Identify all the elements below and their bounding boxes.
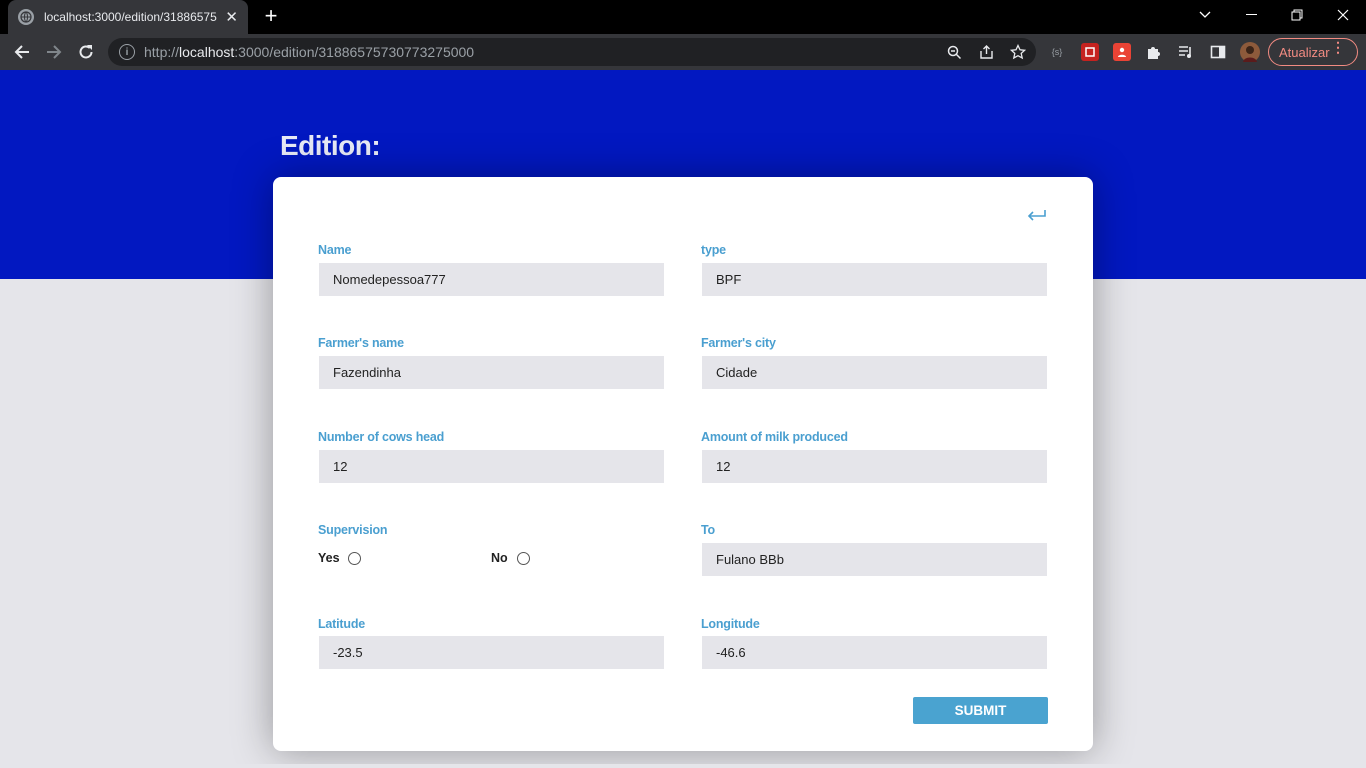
longitude-label: Longitude — [701, 617, 760, 631]
farmer-city-label: Farmer's city — [701, 336, 776, 350]
site-info-icon[interactable]: i — [119, 44, 135, 60]
side-panel-icon[interactable] — [1209, 43, 1227, 61]
browser-tab-strip: localhost:3000/edition/31886575 ✕ + — [0, 0, 1366, 34]
cows-input[interactable] — [319, 450, 664, 483]
address-bar[interactable]: i http://localhost:3000/edition/31886575… — [108, 38, 1036, 66]
edition-form-card: Name type Farmer's name Farmer's city Nu… — [273, 177, 1093, 751]
update-button[interactable]: Atualizar ⋮ — [1268, 38, 1358, 66]
puzzle-icon[interactable] — [1145, 43, 1163, 61]
more-menu-icon[interactable]: ⋮ — [1331, 40, 1345, 54]
star-icon[interactable] — [1010, 44, 1026, 60]
cows-label: Number of cows head — [318, 430, 445, 444]
name-input[interactable] — [319, 263, 664, 296]
share-icon[interactable] — [978, 44, 994, 60]
update-label: Atualizar — [1279, 44, 1330, 60]
type-input[interactable] — [702, 263, 1047, 296]
to-label: To — [701, 523, 715, 537]
supervision-no-radio[interactable] — [517, 552, 530, 565]
longitude-input[interactable] — [702, 636, 1047, 669]
globe-icon — [18, 9, 34, 25]
farmer-name-input[interactable] — [319, 356, 664, 389]
extension-s-label: {s} — [1051, 47, 1063, 57]
close-window-icon[interactable] — [1320, 0, 1366, 30]
to-input[interactable] — [702, 543, 1047, 576]
latitude-label: Latitude — [318, 617, 366, 631]
avatar[interactable] — [1240, 42, 1260, 62]
type-label: type — [701, 243, 726, 257]
extension-red-icon[interactable] — [1081, 43, 1099, 61]
new-tab-button[interactable]: + — [260, 5, 282, 27]
tab-title: localhost:3000/edition/31886575 — [43, 10, 217, 24]
page-title: Edition: — [280, 130, 381, 161]
url-text: http://localhost:3000/edition/3188657573… — [144, 44, 475, 60]
return-arrow-icon[interactable] — [1025, 205, 1049, 225]
supervision-no-label: No — [491, 551, 508, 565]
submit-button[interactable]: SUBMIT — [913, 697, 1048, 724]
extension-person-icon[interactable] — [1113, 43, 1131, 61]
restore-icon[interactable] — [1274, 0, 1320, 30]
milk-label: Amount of milk produced — [701, 430, 848, 444]
browser-tab[interactable]: localhost:3000/edition/31886575 ✕ — [8, 0, 248, 34]
minimize-icon[interactable] — [1228, 0, 1274, 30]
farmer-name-label: Farmer's name — [318, 336, 404, 350]
supervision-yes-radio[interactable] — [348, 552, 361, 565]
farmer-city-input[interactable] — [702, 356, 1047, 389]
media-list-icon[interactable] — [1177, 43, 1195, 61]
name-label: Name — [318, 243, 352, 257]
arrow-right-icon[interactable] — [42, 40, 66, 64]
zoom-icon[interactable] — [946, 44, 962, 60]
tab-search-icon[interactable] — [1182, 0, 1228, 30]
arrow-left-icon[interactable] — [10, 40, 34, 64]
supervision-yes-label: Yes — [318, 551, 340, 565]
milk-input[interactable] — [702, 450, 1047, 483]
supervision-label: Supervision — [318, 523, 388, 537]
extension-s-icon[interactable]: {s} — [1048, 43, 1066, 61]
page-footer-strip — [0, 764, 1366, 768]
latitude-input[interactable] — [319, 636, 664, 669]
close-tab-icon[interactable]: ✕ — [225, 8, 238, 26]
browser-toolbar: i http://localhost:3000/edition/31886575… — [0, 34, 1366, 70]
reload-icon[interactable] — [74, 40, 98, 64]
